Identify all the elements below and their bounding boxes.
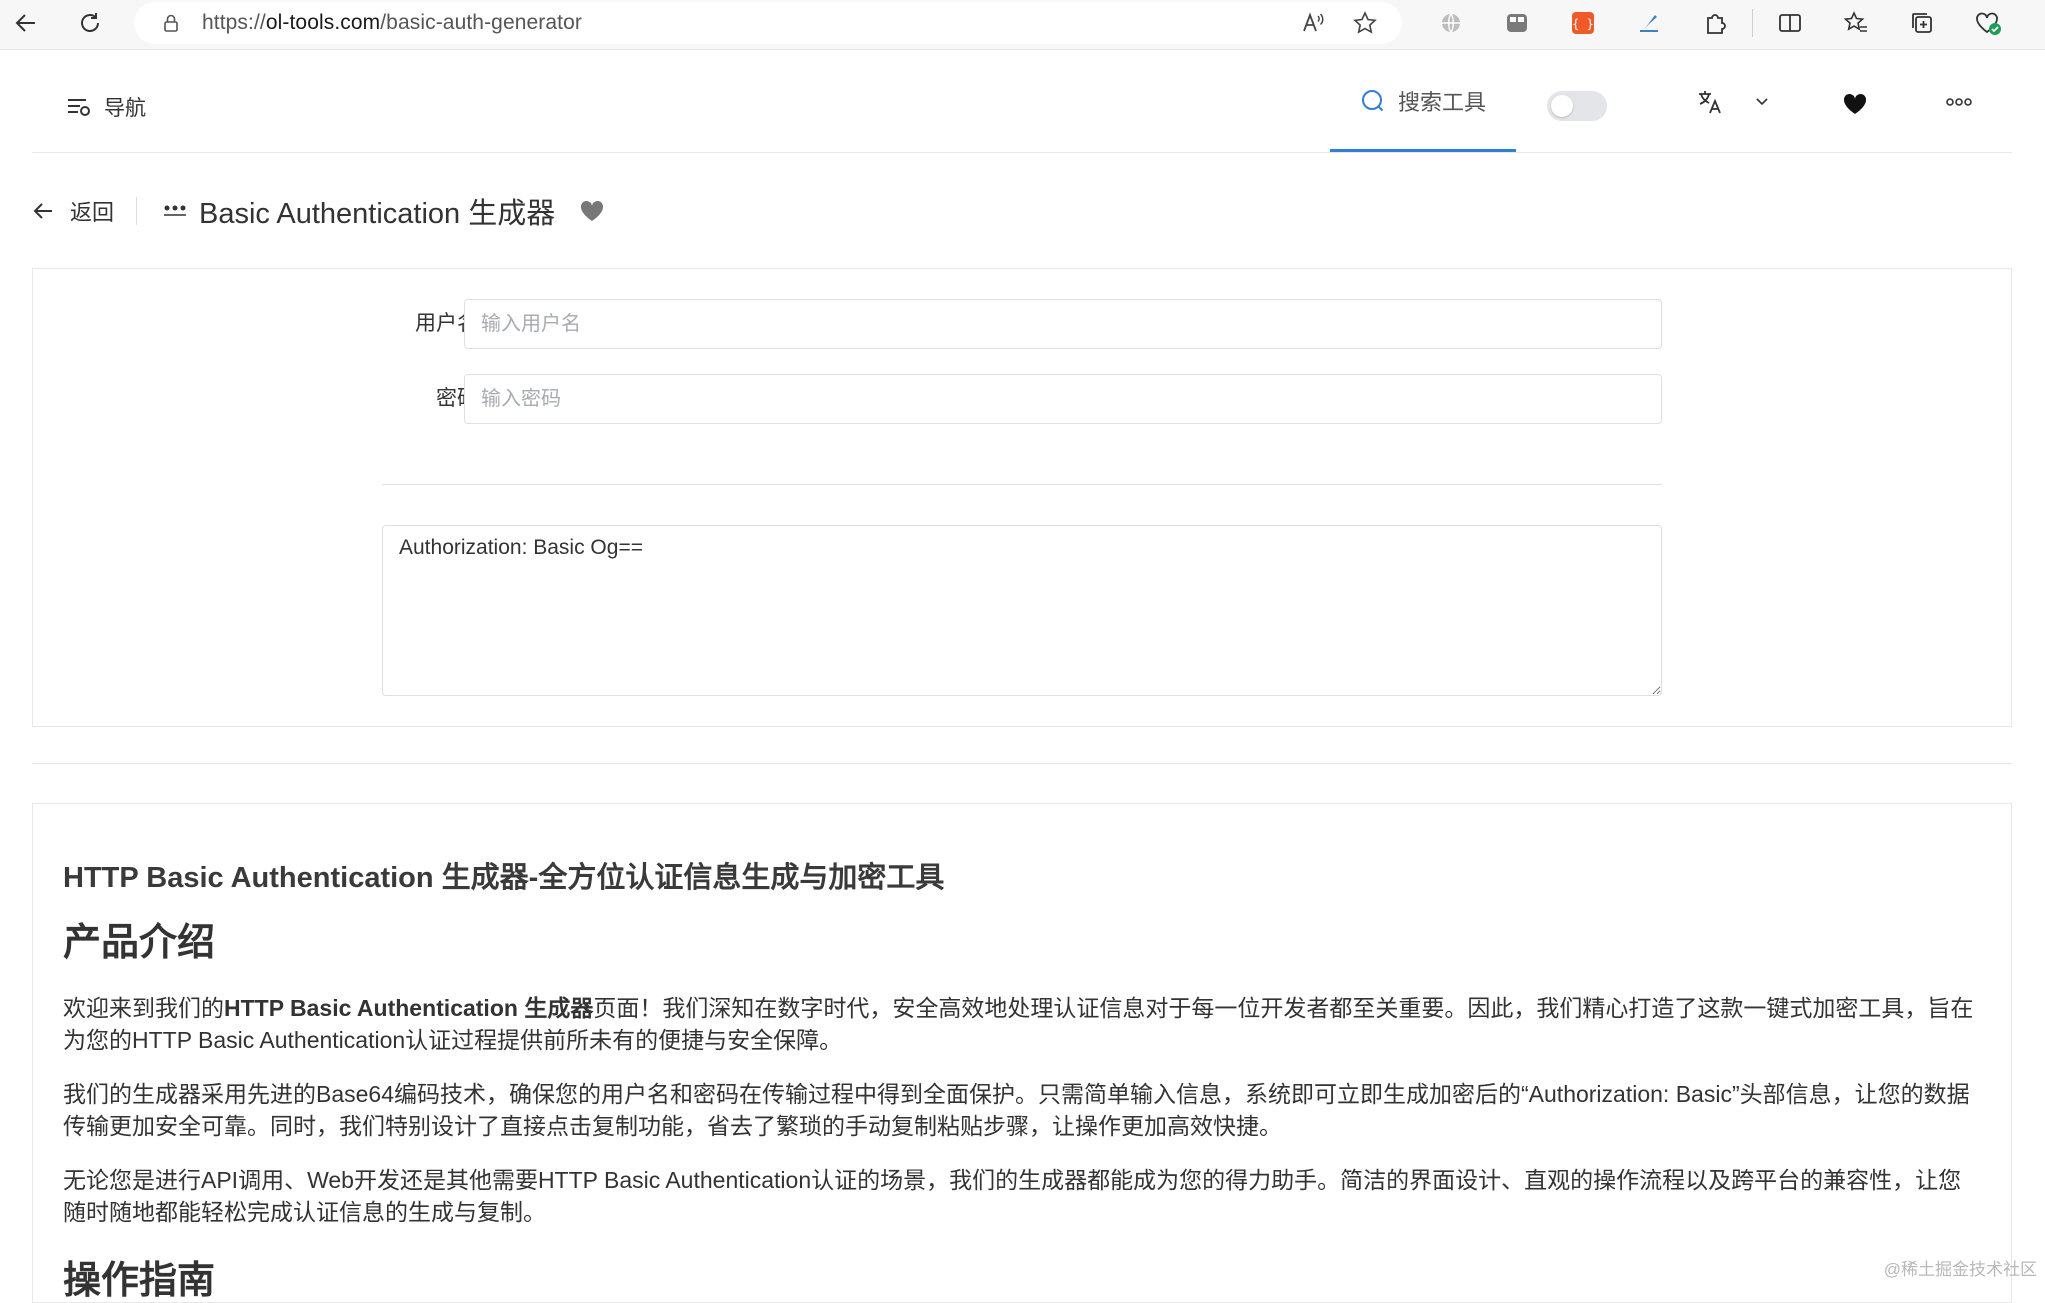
url-host: ol-tools.com (266, 11, 380, 34)
guide-title: 操作指南 (63, 1258, 1983, 1303)
extensions-puzzle-icon[interactable] (1682, 0, 1748, 46)
chevron-down-icon (1754, 94, 1770, 110)
nav-label: 导航 (104, 92, 146, 122)
translate-icon (1696, 88, 1724, 116)
description-heading: HTTP Basic Authentication 生成器-全方位认证信息生成与… (63, 860, 1983, 896)
heart-icon (1842, 92, 1868, 116)
collections-icon[interactable] (1889, 0, 1955, 46)
url-path: /basic-auth-generator (380, 11, 582, 34)
back-label: 返回 (70, 195, 114, 227)
switch-knob (1551, 95, 1573, 117)
username-row: 用户名 (33, 299, 2013, 349)
extension-json-icon[interactable]: { } (1550, 0, 1616, 46)
back-arrow-icon[interactable] (6, 3, 46, 43)
search-tool-label: 搜索工具 (1398, 85, 1486, 117)
extensions-row: { } (1418, 0, 2021, 46)
password-input[interactable] (464, 374, 1662, 424)
search-tool-button[interactable]: 搜索工具 (1330, 52, 1516, 152)
authorization-output[interactable]: Authorization: Basic Og== (382, 525, 1662, 696)
browser-essentials-icon[interactable] (1955, 0, 2021, 46)
tool-title: Basic Authentication 生成器 (163, 190, 605, 232)
read-aloud-icon[interactable] (1300, 10, 1326, 36)
extension-draw-icon[interactable] (1616, 0, 1682, 46)
favorite-star-icon[interactable] (1352, 10, 1378, 36)
intro-p1-bold: HTTP Basic Authentication 生成器 (224, 995, 593, 1021)
toolbar-separator (1752, 9, 1753, 37)
language-selector[interactable] (1696, 88, 1770, 116)
site-header: 导航 搜索工具 (32, 52, 2012, 153)
nav-toggle-button[interactable]: 导航 (66, 92, 146, 122)
theme-toggle-switch[interactable] (1547, 91, 1607, 121)
extension-globe-icon[interactable] (1418, 0, 1484, 46)
svg-text:{ }: { } (1572, 17, 1594, 31)
intro-paragraph-3: 无论您是进行API调用、Web开发还是其他需要HTTP Basic Authen… (63, 1164, 1983, 1228)
browser-toolbar: https://ol-tools.com/basic-auth-generato… (0, 0, 2045, 50)
ellipsis-icon (1946, 97, 1972, 107)
description-content: HTTP Basic Authentication 生成器-全方位认证信息生成与… (63, 860, 1983, 1303)
lock-icon (160, 12, 182, 34)
username-input[interactable] (464, 299, 1662, 349)
more-options-button[interactable] (1946, 94, 1972, 112)
intro-paragraph-2: 我们的生成器采用先进的Base64编码技术，确保您的用户名和密码在传输过程中得到… (63, 1078, 1983, 1142)
watermark: @稀土掘金技术社区 (1884, 1255, 2037, 1280)
form-divider (382, 484, 1662, 485)
address-bar[interactable]: https://ol-tools.com/basic-auth-generato… (134, 2, 1402, 44)
extension-gamepad-icon[interactable] (1484, 0, 1550, 46)
tool-dots-icon (163, 205, 187, 217)
description-card: HTTP Basic Authentication 生成器-全方位认证信息生成与… (32, 803, 2012, 1303)
refresh-icon[interactable] (70, 3, 110, 43)
tool-title-text: Basic Authentication 生成器 (199, 190, 555, 232)
url-text: https://ol-tools.com/basic-auth-generato… (202, 11, 582, 35)
section-divider (32, 763, 2012, 764)
tool-form-card: 用户名 密码 Authorization: Basic Og== (32, 268, 2012, 727)
username-label: 用户名 (278, 299, 478, 349)
menu-icon (66, 95, 92, 119)
password-row: 密码 (33, 374, 2013, 424)
arrow-left-icon (32, 200, 54, 222)
password-label: 密码 (278, 374, 478, 424)
product-intro-title: 产品介绍 (63, 920, 1983, 966)
favorite-heart-icon[interactable] (579, 199, 605, 223)
url-prefix: https:// (202, 11, 266, 34)
search-icon (1360, 88, 1386, 114)
back-button[interactable]: 返回 (32, 197, 137, 225)
tool-title-row: 返回 Basic Authentication 生成器 (32, 186, 605, 236)
split-screen-icon[interactable] (1757, 0, 1823, 46)
intro-paragraph-1: 欢迎来到我们的HTTP Basic Authentication 生成器页面！我… (63, 992, 1983, 1056)
intro-p1-before: 欢迎来到我们的 (63, 995, 224, 1021)
favorites-list-icon[interactable] (1823, 0, 1889, 46)
favorites-heart-button[interactable] (1842, 92, 1868, 121)
